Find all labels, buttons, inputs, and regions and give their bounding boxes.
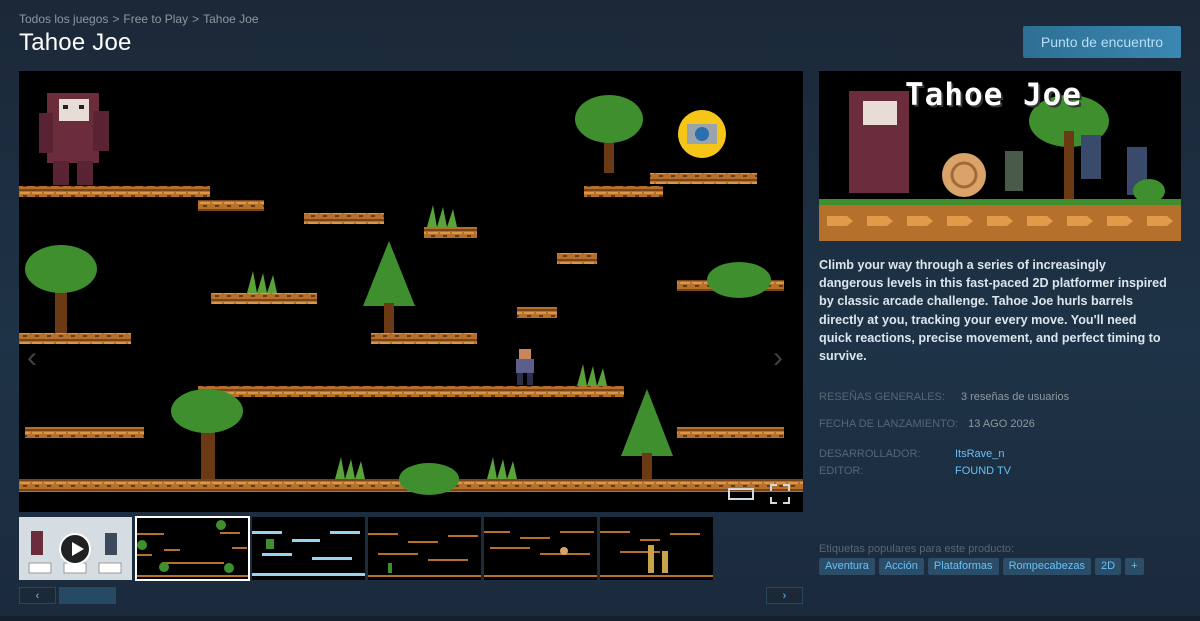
- thumbnail-video[interactable]: [19, 517, 132, 580]
- developer-row: DESARROLLADOR: ItsRave_n: [819, 448, 1119, 460]
- reviews-row: RESEÑAS GENERALES: 3 reseñas de usuarios: [819, 391, 1069, 403]
- camera-pickup: [678, 110, 726, 158]
- reviews-label: RESEÑAS GENERALES:: [819, 391, 945, 403]
- thumb-art: [484, 531, 597, 577]
- next-screenshot-arrow[interactable]: ›: [773, 341, 783, 375]
- fullscreen-icon[interactable]: [770, 484, 790, 504]
- tag-rompecabezas[interactable]: Rompecabezas: [1002, 558, 1091, 575]
- tag-2d[interactable]: 2D: [1095, 558, 1122, 575]
- thumbnail-4[interactable]: [484, 517, 597, 580]
- player-sprite: [516, 349, 534, 385]
- platforms: [19, 173, 803, 492]
- fit-screen-icon[interactable]: [728, 488, 754, 500]
- breadcrumb: Todos los juegos > Free to Play > Tahoe Joe: [19, 12, 259, 26]
- breadcrumb-current[interactable]: Tahoe Joe: [203, 12, 258, 26]
- bigfoot-sprite: [39, 93, 109, 185]
- release-row: FECHA DE LANZAMIENTO: 13 AGO 2026: [819, 418, 1035, 430]
- developer-link[interactable]: ItsRave_n: [955, 448, 1005, 460]
- bushes: [247, 205, 771, 495]
- developer-label: DESARROLLADOR:: [819, 448, 921, 460]
- game-description: Climb your way through a series of incre…: [819, 258, 1167, 364]
- scroll-left-button[interactable]: ‹: [19, 587, 56, 604]
- prev-screenshot-arrow[interactable]: ‹: [27, 341, 37, 375]
- thumbnail-3[interactable]: [368, 517, 481, 580]
- thumbnail-2[interactable]: [252, 517, 365, 580]
- thumbnail-5[interactable]: [600, 517, 713, 580]
- reviews-value[interactable]: 3 reseñas de usuarios: [961, 391, 1069, 403]
- publisher-link[interactable]: FOUND TV: [955, 465, 1011, 477]
- thumb-art: [252, 531, 365, 576]
- chevron-right-icon: ›: [782, 589, 787, 602]
- thumbnail-scroller: ‹ ›: [19, 587, 803, 604]
- tag-aventura[interactable]: Aventura: [819, 558, 875, 575]
- scroll-thumb[interactable]: [59, 587, 116, 604]
- breadcrumb-separator: >: [112, 12, 120, 26]
- add-tag-button[interactable]: +: [1125, 558, 1144, 575]
- publisher-row: EDITOR: FOUND TV: [819, 465, 1119, 477]
- tag-plataformas[interactable]: Plataformas: [927, 558, 999, 575]
- thumb-art: [600, 531, 713, 577]
- release-value: 13 AGO 2026: [968, 418, 1035, 430]
- thumb-art: [136, 520, 249, 577]
- viewer-controls: [728, 484, 792, 506]
- release-label: FECHA DE LANZAMIENTO:: [819, 418, 959, 430]
- scroll-right-button[interactable]: ›: [766, 587, 803, 604]
- page-title: Tahoe Joe: [19, 29, 132, 56]
- community-hub-button[interactable]: Punto de encuentro: [1023, 26, 1181, 58]
- main-screenshot[interactable]: ‹ ›: [19, 71, 803, 512]
- thumb-art: [368, 533, 481, 577]
- trees: [25, 95, 673, 479]
- tag-list: Aventura Acción Plataformas Rompecabezas…: [819, 558, 1144, 575]
- thumbnail-1[interactable]: [135, 516, 250, 581]
- breadcrumb-free-to-play[interactable]: Free to Play: [123, 12, 188, 26]
- capsule-title: Tahoe Joe: [905, 77, 1082, 113]
- bottom-divider: [0, 616, 1200, 621]
- breadcrumb-separator: >: [192, 12, 200, 26]
- thumbnail-strip: [19, 516, 803, 581]
- publisher-label: EDITOR:: [819, 465, 864, 477]
- community-hub-label: Punto de encuentro: [1040, 34, 1164, 50]
- play-icon[interactable]: [59, 533, 91, 565]
- tag-accion[interactable]: Acción: [878, 558, 924, 575]
- tags-label: Etiquetas populares para este producto:: [819, 543, 1015, 555]
- header-capsule-image: Tahoe Joe: [819, 71, 1181, 241]
- chevron-left-icon: ‹: [35, 589, 40, 602]
- game-scene: [19, 93, 803, 495]
- breadcrumb-all-games[interactable]: Todos los juegos: [19, 12, 108, 26]
